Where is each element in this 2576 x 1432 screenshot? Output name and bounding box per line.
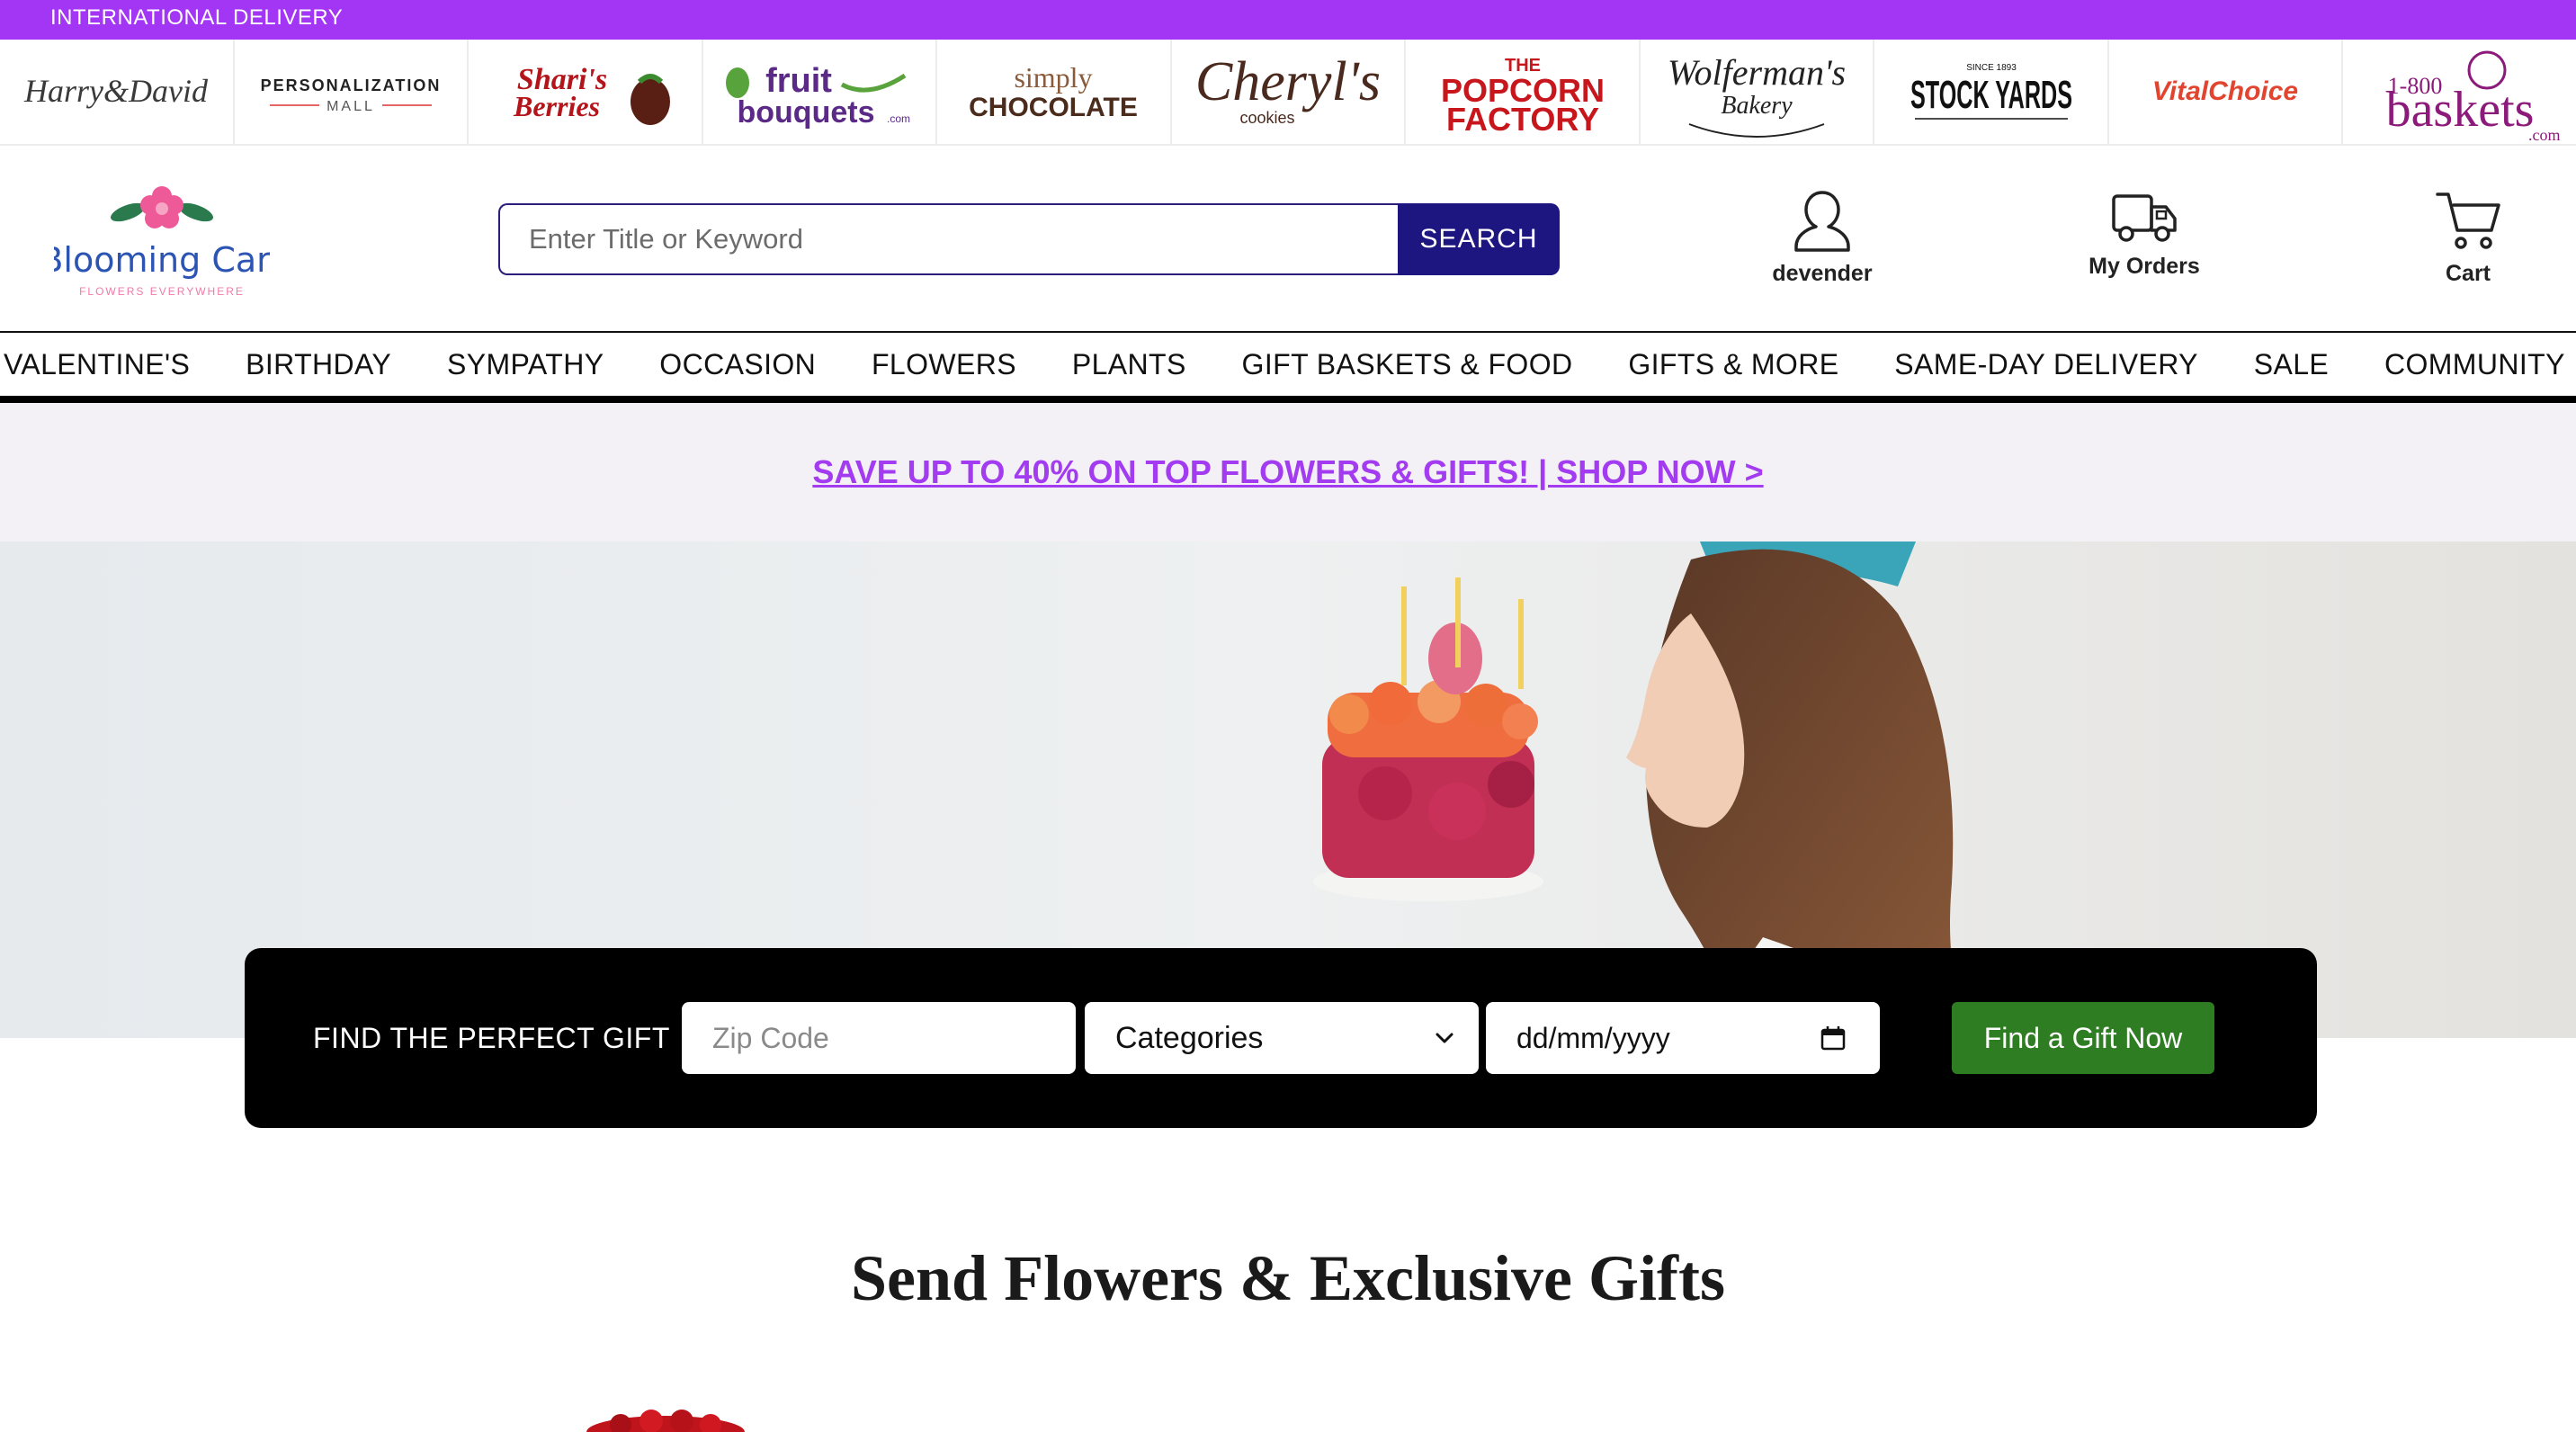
brand-vital-choice[interactable]: VitalChoice [2109,40,2344,146]
svg-text:.com: .com [887,112,910,125]
flower-logo-icon: Blooming Cart FLOWERS EVERYWHERE [40,186,284,298]
brand-wolfermans-bakery[interactable]: Wolferman's Bakery [1641,40,1875,146]
site-header: Blooming Cart FLOWERS EVERYWHERE SEARCH … [0,146,2576,331]
my-orders-link[interactable]: My Orders [2054,187,2234,280]
harry-david-logo: Harry&David [23,73,209,109]
gift-finder: FIND THE PERFECT GIFT Categories dd/mm/y… [245,948,2317,1128]
categories-value: Categories [1115,1021,1264,1055]
product-image-peek[interactable] [576,1396,756,1432]
cheryls-cookies-logo: Cheryl's cookies [1195,51,1381,127]
nav-item-sympathy[interactable]: SYMPATHY [447,348,604,381]
search-bar: SEARCH [498,203,1560,275]
promo-banner: SAVE UP TO 40% ON TOP FLOWERS & GIFTS! |… [0,403,2576,541]
nav-item-gift-baskets-food[interactable]: GIFT BASKETS & FOOD [1242,348,1573,381]
nav-item-birthday[interactable]: BIRTHDAY [246,348,391,381]
nav-item-sale[interactable]: SALE [2254,348,2329,381]
svg-text:Cheryl's: Cheryl's [1195,51,1381,112]
brand-harry-david[interactable]: Harry&David [0,40,235,146]
nav-item-valentines[interactable]: VALENTINE'S [4,348,190,381]
top-bar: INTERNATIONAL DELIVERY [0,0,2576,40]
search-button[interactable]: SEARCH [1398,203,1560,275]
calendar-icon[interactable] [1820,1025,1846,1051]
svg-text:Wolferman's: Wolferman's [1668,52,1846,93]
svg-text:Bakery: Bakery [1721,92,1793,120]
brand-sharis-berries[interactable]: Shari's Berries [469,40,703,146]
delivery-truck-icon [2112,194,2177,242]
delivery-date-input[interactable]: dd/mm/yyyy [1486,1002,1880,1074]
svg-text:STOCK YARDS: STOCK YARDS [1910,73,2072,117]
vital-choice-logo: VitalChoice [2152,76,2298,106]
nav-item-occasion[interactable]: OCCASION [659,348,816,381]
user-icon [1794,191,1850,252]
brand-fruit-bouquets[interactable]: fruit bouquets .com [703,40,938,146]
nav-item-gifts-more[interactable]: GIFTS & MORE [1628,348,1838,381]
brand-stock-yards[interactable]: SINCE 1893 STOCK YARDS [1874,40,2109,146]
svg-text:Blooming Cart: Blooming Cart [54,240,270,280]
account-link[interactable]: devender [1732,187,1912,287]
find-gift-button[interactable]: Find a Gift Now [1952,1002,2214,1074]
chevron-down-icon [1436,1033,1453,1043]
gift-finder-label: FIND THE PERFECT GIFT [313,1022,670,1054]
baskets-logo: 1-800 baskets .com [2385,50,2561,142]
brand-1800-baskets[interactable]: 1-800 baskets .com [2343,40,2576,146]
roses-thumbnail [586,1410,745,1432]
sharis-berries-logo: Shari's Berries [513,63,671,125]
svg-text:SINCE 1893: SINCE 1893 [1966,63,2017,73]
nav-item-community[interactable]: COMMUNITY [2384,348,2565,381]
svg-text:MALL: MALL [326,99,375,114]
wolfermans-bakery-logo: Wolferman's Bakery [1668,52,1846,138]
promo-link[interactable]: SAVE UP TO 40% ON TOP FLOWERS & GIFTS! |… [812,453,1763,491]
blooming-cart-logo[interactable]: Blooming Cart FLOWERS EVERYWHERE [40,171,284,306]
svg-text:fruit: fruit [765,62,832,100]
svg-text:Berries: Berries [513,90,600,122]
svg-text:Harry&David: Harry&David [23,73,209,109]
brand-popcorn-factory[interactable]: THE POPCORN FACTORY [1406,40,1641,146]
brand-personalization-mall[interactable]: PERSONALIZATION MALL [235,40,470,146]
nav-item-same-day-delivery[interactable]: SAME-DAY DELIVERY [1894,348,2198,381]
my-orders-label: My Orders [2089,254,2200,279]
svg-text:FACTORY: FACTORY [1446,101,1599,138]
main-nav: VALENTINE'S BIRTHDAY SYMPATHY OCCASION F… [0,331,2576,403]
svg-text:.com: .com [2528,126,2561,142]
stock-yards-logo: SINCE 1893 STOCK YARDS [1910,63,2072,120]
svg-text:baskets: baskets [2385,82,2534,138]
nav-item-plants[interactable]: PLANTS [1072,348,1186,381]
svg-text:simply: simply [1015,61,1093,94]
categories-select[interactable]: Categories [1085,1002,1479,1074]
date-placeholder: dd/mm/yyyy [1516,1022,1670,1054]
svg-text:VitalChoice: VitalChoice [2152,76,2298,106]
zip-code-input[interactable] [682,1002,1076,1074]
svg-text:cookies: cookies [1239,109,1294,127]
international-delivery-link[interactable]: INTERNATIONAL DELIVERY [50,0,343,40]
brand-cheryls-cookies[interactable]: Cheryl's cookies [1172,40,1407,146]
account-label: devender [1772,261,1873,286]
cart-link[interactable]: Cart [2378,187,2558,287]
popcorn-factory-logo: THE POPCORN FACTORY [1441,56,1605,138]
svg-text:CHOCOLATE: CHOCOLATE [970,93,1139,122]
svg-text:FLOWERS EVERYWHERE: FLOWERS EVERYWHERE [79,285,245,298]
brand-simply-chocolate[interactable]: simply CHOCOLATE [937,40,1172,146]
cart-icon [2436,192,2500,249]
fruit-bouquets-logo: fruit bouquets .com [725,62,910,130]
search-input[interactable] [498,203,1398,275]
nav-item-flowers[interactable]: FLOWERS [872,348,1016,381]
simply-chocolate-logo: simply CHOCOLATE [970,61,1139,122]
section-title: Send Flowers & Exclusive Gifts [851,1242,1725,1314]
brand-strip: Harry&David PERSONALIZATION MALL Shari's… [0,40,2576,146]
personalization-mall-logo: PERSONALIZATION MALL [260,76,441,114]
svg-text:bouquets: bouquets [737,95,874,130]
cart-label: Cart [2445,261,2491,286]
svg-text:PERSONALIZATION: PERSONALIZATION [260,76,441,94]
